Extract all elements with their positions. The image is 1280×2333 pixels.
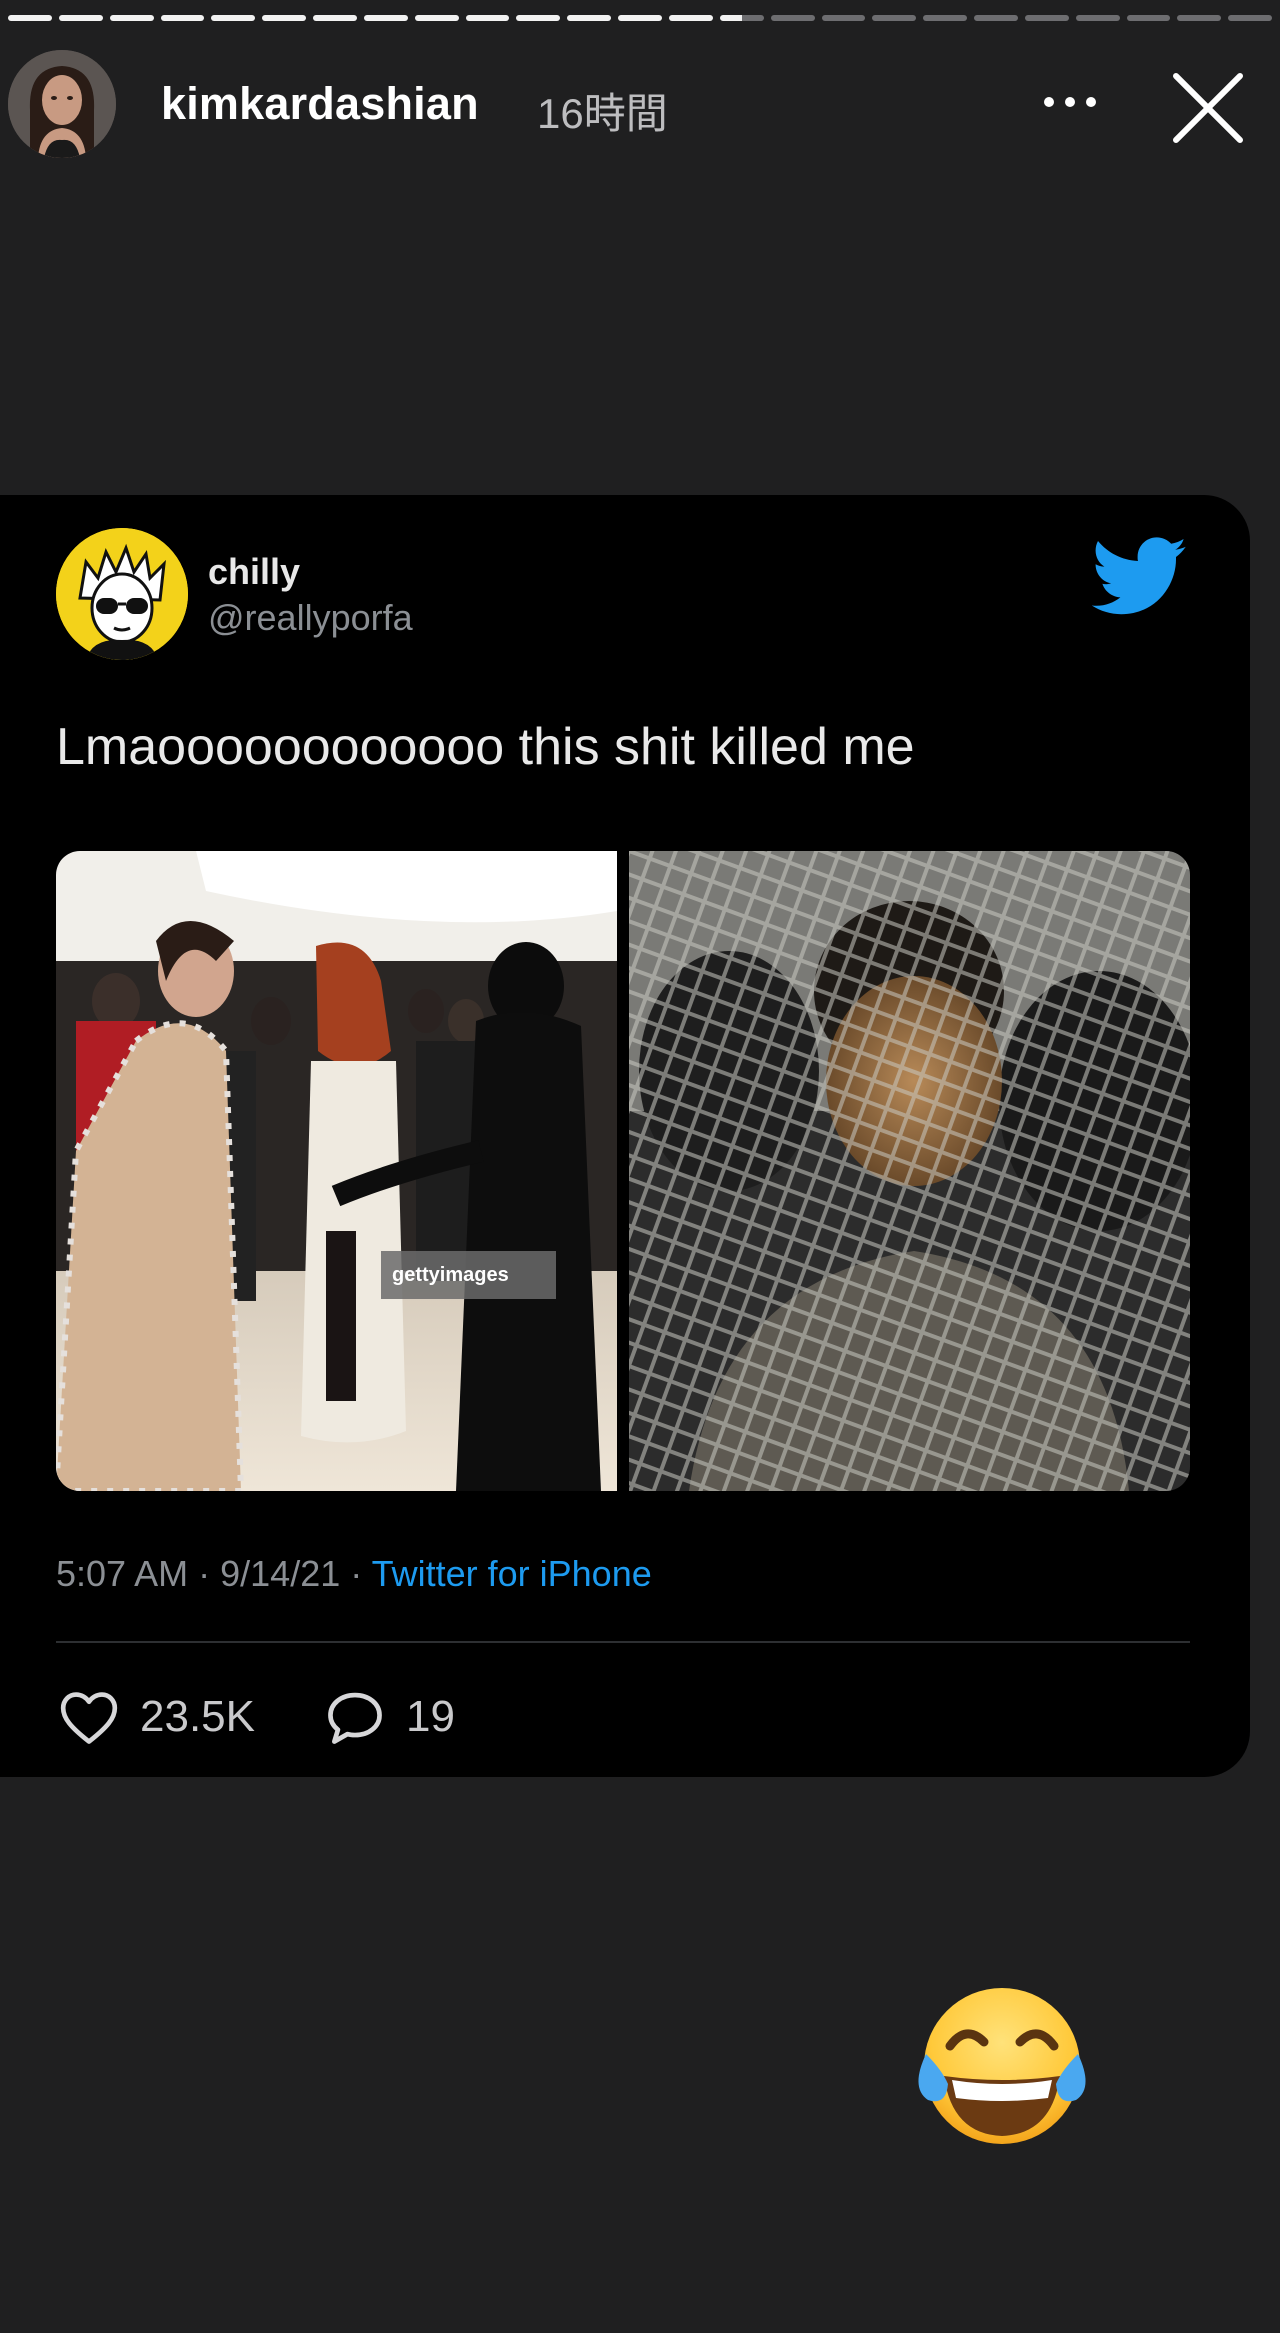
- tweet-text: Lmaoooooooooooo this shit killed me: [56, 718, 915, 776]
- story-progress-segment: [363, 15, 408, 21]
- story-progress-segment: [465, 15, 510, 21]
- story-progress-segment: [414, 15, 459, 21]
- story-timestamp: 16時間: [537, 90, 668, 137]
- story-progress-segment: [313, 15, 357, 21]
- tweet-meta: 5:07 AM · 9/14/21 · Twitter for iPhone: [56, 1553, 652, 1595]
- more-options-button[interactable]: [1040, 86, 1100, 118]
- reply-count: 19: [406, 1692, 455, 1741]
- tweet-display-name[interactable]: chilly: [208, 551, 300, 593]
- story-progress-segment: [1228, 15, 1273, 21]
- meta-separator: ·: [198, 1553, 211, 1594]
- close-button[interactable]: [1170, 70, 1246, 146]
- story-progress-segment: [1177, 15, 1222, 21]
- tweet-handle[interactable]: @reallyporfa: [208, 597, 413, 639]
- reply-action[interactable]: 19: [324, 1685, 455, 1749]
- story-progress-segment: [8, 15, 52, 21]
- story-progress-segment: [211, 15, 256, 21]
- story-progress-segment: [262, 15, 307, 21]
- tweet-card[interactable]: chilly @reallyporfa Lmaoooooooooooo this…: [0, 495, 1250, 1777]
- tweet-date: 9/14/21: [220, 1553, 341, 1594]
- tweet-media[interactable]: gettyimages: [56, 851, 1190, 1491]
- story-progress-segment: [1126, 15, 1171, 21]
- more-dots-icon: [1044, 97, 1096, 107]
- heart-icon: [60, 1692, 118, 1744]
- story-avatar[interactable]: [8, 50, 116, 158]
- like-action[interactable]: 23.5K: [58, 1685, 255, 1749]
- story-header: kimkardashian 16時間: [0, 38, 1280, 178]
- story-progress-segment: [1075, 15, 1120, 21]
- mosaic-photo-icon: [629, 851, 1190, 1491]
- story-progress-segment: [1024, 15, 1069, 21]
- tweet-photo-left[interactable]: gettyimages: [56, 851, 617, 1491]
- story-progress-segment: [668, 15, 713, 21]
- anime-avatar-icon: [56, 528, 188, 660]
- story-progress-segment: [516, 15, 561, 21]
- story-progress-segment: [109, 15, 154, 21]
- tweet-source-link[interactable]: Twitter for iPhone: [372, 1553, 652, 1594]
- meta-separator: ·: [350, 1553, 363, 1594]
- story-username[interactable]: kimkardashian: [161, 78, 479, 130]
- getty-watermark: gettyimages: [392, 1264, 509, 1286]
- story-progress-segment: [770, 15, 815, 21]
- event-photo-icon: gettyimages: [56, 851, 617, 1491]
- story-progress-segment: [160, 15, 205, 21]
- story-progress-segment: [974, 15, 1018, 21]
- story-progress-segment: [567, 15, 612, 21]
- story-progress-segment: [872, 15, 917, 21]
- twitter-bird-icon: [1091, 537, 1188, 617]
- tweet-divider: [56, 1641, 1190, 1643]
- tweet-photo-right[interactable]: [629, 851, 1190, 1491]
- story-progress-bar: [8, 15, 1273, 21]
- story-progress-segment: [618, 15, 662, 21]
- story-progress-segment: [719, 15, 764, 21]
- story-progress-segment: [58, 15, 103, 21]
- reply-bubble-icon: [328, 1692, 382, 1744]
- story-progress-segment: [923, 15, 968, 21]
- profile-photo-icon: [8, 50, 116, 158]
- like-count: 23.5K: [140, 1692, 255, 1741]
- close-icon: [1173, 73, 1243, 143]
- tweet-author-avatar[interactable]: [56, 528, 188, 660]
- tweet-time: 5:07 AM: [56, 1553, 189, 1594]
- face-with-tears-of-joy-icon[interactable]: [912, 1984, 1092, 2154]
- story-progress-segment: [821, 15, 866, 21]
